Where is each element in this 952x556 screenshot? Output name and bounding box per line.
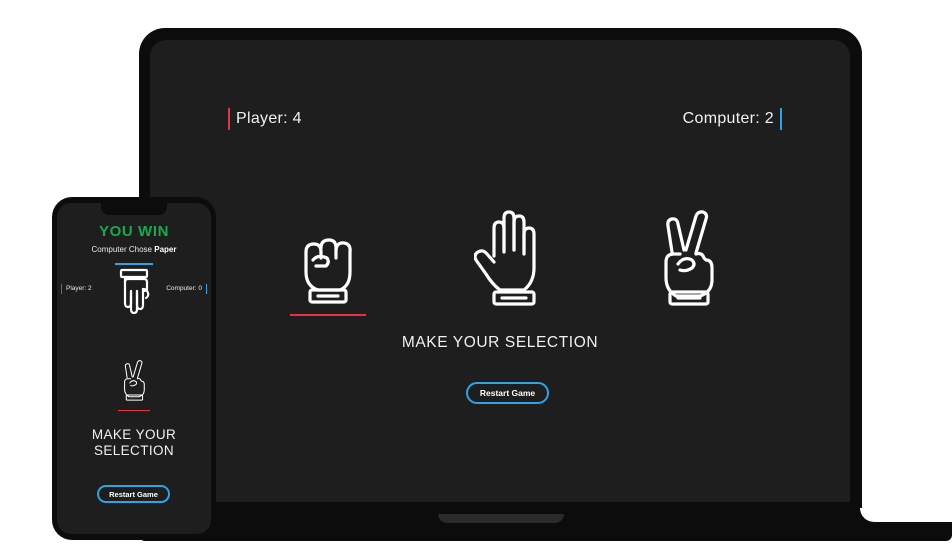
computer-chose-prefix: Computer Chose (91, 245, 152, 254)
player-score: Player: 4 (228, 108, 302, 130)
computer-choice-text: Computer Chose Paper (57, 245, 211, 254)
restart-game-button[interactable]: Restart Game (466, 382, 549, 404)
laptop-hinge-notch (438, 514, 564, 523)
make-selection-prompt: MAKE YOUR SELECTION (401, 334, 599, 351)
phone-make-selection-prompt: MAKE YOUR SELECTION (91, 427, 177, 458)
phone-restart-game-button[interactable]: Restart Game (97, 485, 170, 503)
open-hand-sideways-icon (119, 268, 151, 318)
open-hand-icon (473, 210, 542, 310)
device-mockup: Player: 4 Computer: 2 MAKE YOUR SELECTIO… (0, 0, 952, 556)
computer-chosen-hand (119, 268, 151, 318)
computer-choice-underline (115, 263, 153, 265)
peace-hand-icon (119, 359, 149, 405)
computer-score: Computer: 2 (683, 108, 782, 130)
choice-scissors-button[interactable] (650, 210, 726, 316)
result-title: YOU WIN (98, 223, 170, 240)
phone-notch (101, 203, 167, 215)
fist-icon (296, 226, 360, 308)
choice-rock-underline (290, 314, 366, 316)
laptop-base-cutout (860, 508, 952, 522)
phone-player-score: Player: 2 (61, 284, 92, 294)
choice-paper-button[interactable] (470, 210, 546, 316)
laptop-base (139, 508, 952, 541)
phone-screen: YOU WIN Computer Chose Paper Player: 2 C… (57, 203, 211, 534)
peace-hand-icon (656, 208, 720, 310)
phone-choice-scissors-button[interactable] (118, 359, 150, 411)
laptop-screen: Player: 4 Computer: 2 MAKE YOUR SELECTIO… (150, 40, 850, 502)
computer-choice-value: Paper (154, 245, 177, 254)
phone-choice-underline (118, 410, 150, 411)
phone-computer-score: Computer: 0 (166, 284, 207, 294)
choice-rock-button[interactable] (290, 212, 366, 316)
